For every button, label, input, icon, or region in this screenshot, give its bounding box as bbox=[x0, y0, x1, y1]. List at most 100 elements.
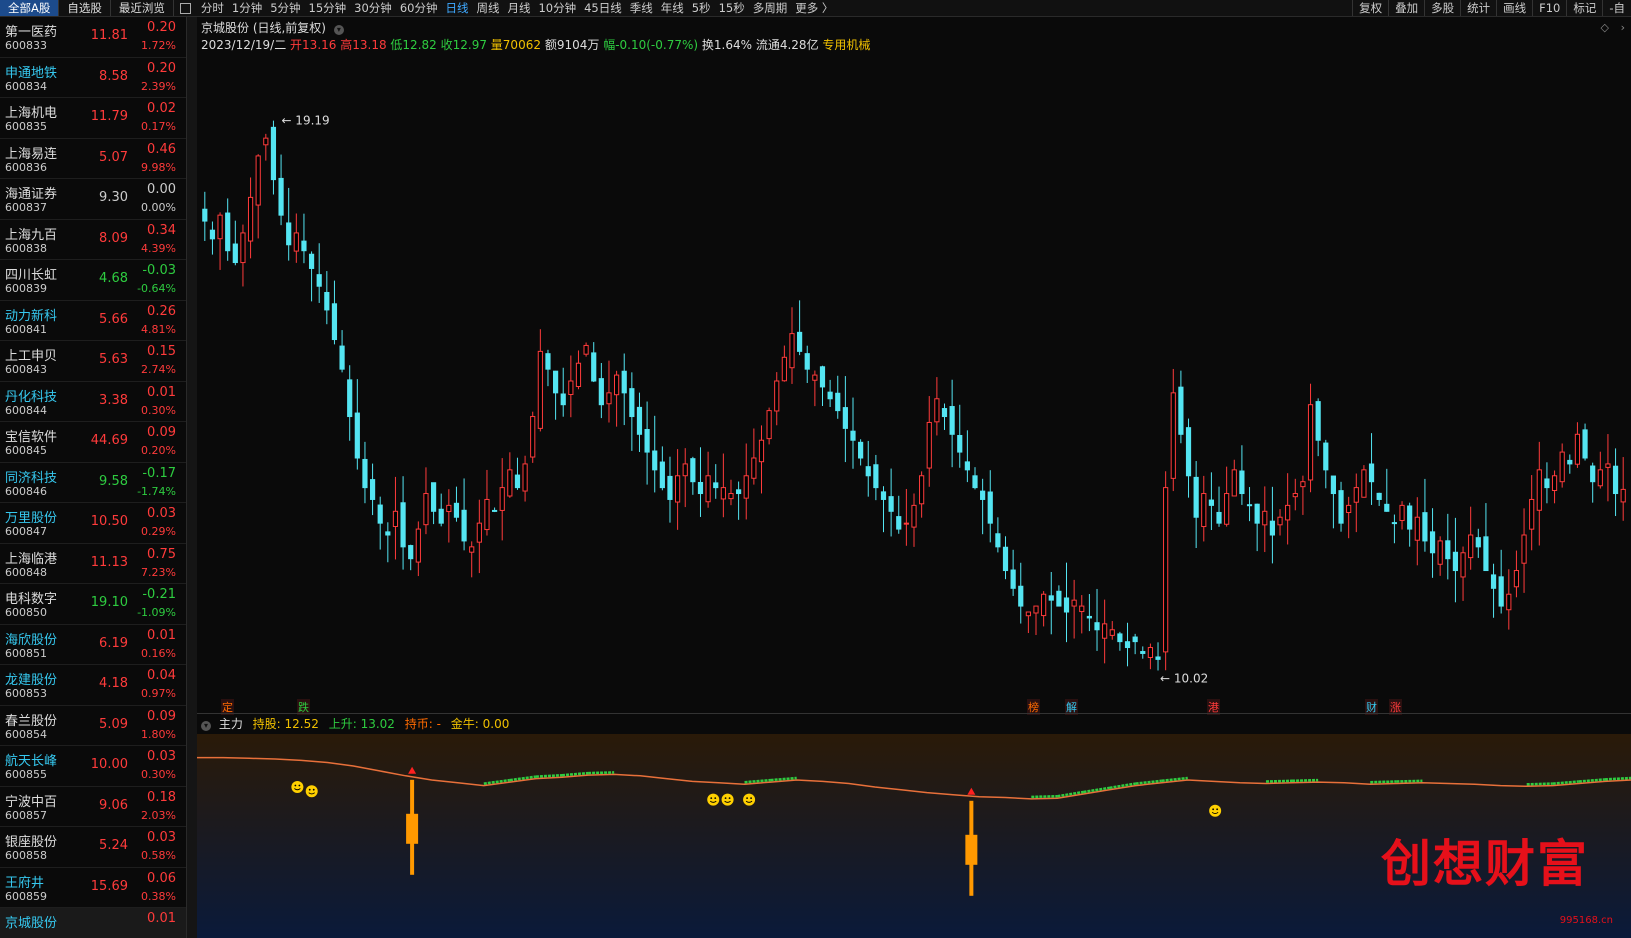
tool-5[interactable]: F10 bbox=[1532, 0, 1566, 16]
stock-row[interactable]: 上海易连 600836 5.07 0.46 9.98% bbox=[0, 139, 186, 179]
candle bbox=[766, 407, 772, 445]
stock-price: 11.13 bbox=[90, 554, 128, 570]
tool-6[interactable]: 标记 bbox=[1566, 0, 1602, 16]
stock-code: 600859 bbox=[5, 889, 47, 903]
candle bbox=[278, 154, 284, 226]
period-12[interactable]: 年线 bbox=[657, 0, 688, 16]
stock-pct: 4.81% bbox=[141, 322, 176, 336]
period-1[interactable]: 1分钟 bbox=[228, 0, 266, 16]
chevron-down-icon[interactable]: ▾ bbox=[333, 25, 344, 35]
stock-row[interactable]: 航天长峰 600855 10.00 0.03 0.30% bbox=[0, 746, 186, 787]
stock-row[interactable]: 海欣股份 600851 6.19 0.01 0.16% bbox=[0, 625, 186, 665]
stock-pct: 0.58% bbox=[141, 849, 176, 862]
chevron-down-icon[interactable]: ▾ bbox=[201, 721, 211, 731]
candle bbox=[1094, 588, 1100, 651]
stock-list: 第一医药 600833 11.81 0.20 1.72% 申通地铁 600834 … bbox=[0, 17, 186, 938]
stock-list-scrollbar[interactable] bbox=[186, 17, 197, 938]
stock-row[interactable]: 银座股份 600858 5.24 0.03 0.58% bbox=[0, 827, 186, 868]
stock-row[interactable]: 海通证券 600837 9.30 0.00 0.00% bbox=[0, 179, 186, 220]
tool-0[interactable]: 复权 bbox=[1352, 0, 1388, 16]
stock-price: 5.07 bbox=[99, 149, 128, 165]
candle bbox=[1262, 486, 1268, 553]
period-6[interactable]: 日线 bbox=[441, 0, 472, 16]
period-16[interactable]: 更多 〉 bbox=[791, 0, 837, 16]
candle bbox=[369, 463, 376, 516]
tab-0[interactable]: 全部A股 bbox=[0, 0, 60, 16]
stock-name: 王府井 bbox=[5, 875, 45, 891]
candle bbox=[713, 464, 719, 499]
range-value: 幅-0.10(-0.77%) bbox=[603, 38, 699, 52]
tool-7[interactable]: -自 bbox=[1602, 0, 1631, 16]
diamond-icon[interactable]: ◇ bbox=[1601, 21, 1609, 34]
candle bbox=[1323, 439, 1329, 489]
tool-2[interactable]: 多股 bbox=[1424, 0, 1460, 16]
stock-price: 44.69 bbox=[90, 433, 128, 448]
stock-code: 600844 bbox=[5, 403, 47, 417]
candle bbox=[347, 365, 353, 441]
stock-pct: 7.23% bbox=[141, 565, 176, 579]
candle bbox=[919, 471, 925, 518]
tab-1[interactable]: 自选股 bbox=[59, 0, 111, 16]
stock-name: 上海临港 bbox=[5, 551, 58, 567]
candle bbox=[1277, 509, 1283, 536]
panel-toggle-icon[interactable] bbox=[179, 2, 191, 14]
stock-name: 动力新科 bbox=[5, 308, 58, 324]
period-5[interactable]: 60分钟 bbox=[396, 0, 442, 16]
stock-price: 19.10 bbox=[90, 595, 128, 610]
stock-row[interactable]: 丹化科技 600844 3.38 0.01 0.30% bbox=[0, 382, 186, 422]
tool-3[interactable]: 统计 bbox=[1460, 0, 1496, 16]
arrow-right-icon[interactable]: › bbox=[1621, 21, 1625, 34]
period-10[interactable]: 45日线 bbox=[580, 0, 626, 16]
stock-price: 4.18 bbox=[99, 676, 128, 691]
period-13[interactable]: 5秒 bbox=[688, 0, 715, 16]
period-2[interactable]: 5分钟 bbox=[266, 0, 304, 16]
stock-row[interactable]: 上海九百 600838 8.09 0.34 4.39% bbox=[0, 220, 186, 260]
candle bbox=[308, 251, 315, 302]
period-4[interactable]: 30分钟 bbox=[350, 0, 396, 16]
stock-row[interactable]: 动力新科 600841 5.66 0.26 4.81% bbox=[0, 301, 186, 341]
period-3[interactable]: 15分钟 bbox=[305, 0, 351, 16]
stock-row[interactable]: 宝信软件 600845 44.69 0.09 0.20% bbox=[0, 422, 186, 463]
stock-row[interactable]: 龙建股份 600853 4.18 0.04 0.97% bbox=[0, 665, 186, 706]
stock-row[interactable]: 申通地铁 600834 8.58 0.20 2.39% bbox=[0, 58, 186, 98]
stock-row[interactable]: 万里股份 600847 10.50 0.03 0.29% bbox=[0, 503, 186, 544]
stock-name: 上工申贝 bbox=[5, 349, 58, 364]
stock-row[interactable]: 四川长虹 600839 4.68 -0.03 -0.64% bbox=[0, 260, 186, 301]
stock-pct: 1.80% bbox=[141, 727, 176, 741]
stock-row[interactable]: 春兰股份 600854 5.09 0.09 1.80% bbox=[0, 706, 186, 746]
period-0[interactable]: 分时 bbox=[197, 0, 228, 16]
indicator-header: ▾ 主力 持股: 12.52 上升: 13.02 持币: - 金牛: 0.00 bbox=[201, 715, 509, 732]
tool-4[interactable]: 画线 bbox=[1496, 0, 1532, 16]
candle bbox=[1307, 383, 1314, 493]
period-11[interactable]: 季线 bbox=[626, 0, 657, 16]
stock-row[interactable]: 京城股份 0.01 bbox=[0, 908, 186, 938]
stock-code: 600850 bbox=[5, 606, 47, 619]
candle bbox=[423, 467, 429, 535]
candle bbox=[476, 499, 482, 574]
period-9[interactable]: 10分钟 bbox=[534, 0, 580, 16]
candle bbox=[1429, 508, 1436, 578]
period-14[interactable]: 15秒 bbox=[715, 0, 749, 16]
period-15[interactable]: 多周期 bbox=[749, 0, 792, 16]
candle bbox=[385, 522, 391, 563]
stock-row[interactable]: 上海机电 600835 11.79 0.02 0.17% bbox=[0, 98, 186, 139]
period-8[interactable]: 月线 bbox=[503, 0, 534, 16]
candlestick-chart[interactable]: ← 19.19 ← 10.02 bbox=[197, 53, 1631, 753]
stock-row[interactable]: 宁波中百 600857 9.06 0.18 2.03% bbox=[0, 787, 186, 827]
candle bbox=[621, 353, 627, 426]
stock-change: -0.21 bbox=[142, 587, 176, 602]
stock-row[interactable]: 电科数字 600850 19.10 -0.21 -1.09% bbox=[0, 584, 186, 625]
stock-row[interactable]: 第一医药 600833 11.81 0.20 1.72% bbox=[0, 17, 186, 58]
stock-row[interactable]: 上工申贝 600843 5.63 0.15 2.74% bbox=[0, 341, 186, 382]
candle bbox=[972, 467, 978, 490]
tab-2[interactable]: 最近浏览 bbox=[111, 0, 174, 16]
candle bbox=[522, 455, 528, 502]
stock-code: 600847 bbox=[5, 525, 47, 538]
stock-row[interactable]: 上海临港 600848 11.13 0.75 7.23% bbox=[0, 544, 186, 584]
period-7[interactable]: 周线 bbox=[472, 0, 503, 16]
stock-row[interactable]: 同济科技 600846 9.58 -0.17 -1.74% bbox=[0, 463, 186, 503]
stock-pct: -0.64% bbox=[137, 282, 176, 295]
candle bbox=[675, 449, 681, 530]
tool-1[interactable]: 叠加 bbox=[1388, 0, 1424, 16]
stock-row[interactable]: 王府井 600859 15.69 0.06 0.38% bbox=[0, 868, 186, 908]
